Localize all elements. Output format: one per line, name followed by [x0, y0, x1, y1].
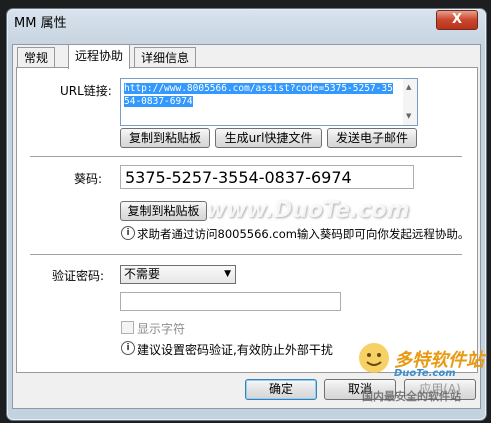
separator — [30, 156, 462, 158]
url-textarea[interactable]: http://www.8005566.com/assist?code=5375-… — [120, 78, 418, 126]
ok-button[interactable]: 确定 — [245, 379, 317, 400]
window-title: MM 属性 — [14, 16, 67, 31]
code-info-text: 求助者通过访问8005566.com输入葵码即可向你发起远程协助。 — [137, 227, 470, 241]
password-mode-value: 不需要 — [124, 267, 161, 281]
info-icon: i — [121, 226, 135, 240]
watermark-text: www.DuoTe.com — [206, 198, 410, 223]
code-label: 葵码: — [74, 172, 103, 186]
copy-code-button[interactable]: 复制到粘贴板 — [120, 201, 207, 221]
code-field[interactable]: 5375-5257-3554-0837-6974 — [120, 165, 414, 189]
separator — [30, 254, 462, 256]
info-icon: i — [121, 341, 135, 355]
show-chars-label: 显示字符 — [137, 322, 186, 336]
password-label: 验证密码: — [52, 269, 105, 283]
url-text: http://www.8005566.com/assist?code=5375-… — [124, 83, 393, 107]
scroll-up-icon[interactable]: ▲ — [406, 83, 411, 91]
password-field[interactable] — [120, 292, 341, 311]
logo-mascot-icon — [359, 343, 389, 373]
password-info-text: 建议设置密码验证,有效防止外部干扰 — [137, 343, 333, 357]
tab-general[interactable]: 常规 — [17, 47, 56, 68]
logo-caption: 国内最安全的软件站 — [362, 390, 461, 403]
copy-url-button[interactable]: 复制到粘贴板 — [120, 128, 210, 148]
password-mode-select[interactable]: 不需要 ▼ — [120, 265, 236, 284]
create-shortcut-button[interactable]: 生成url快捷文件 — [215, 128, 322, 148]
tab-remote-assist[interactable]: 远程协助 — [68, 44, 131, 69]
chevron-down-icon: ▼ — [224, 269, 231, 279]
duote-logo: 多特软件站 DuoTe.com 国内最安全的软件站 — [356, 338, 488, 418]
show-chars-checkbox[interactable] — [121, 321, 134, 334]
url-label: URL链接: — [60, 84, 112, 98]
tab-details[interactable]: 详细信息 — [134, 47, 197, 68]
close-button[interactable]: X — [436, 10, 478, 30]
url-scrollbar[interactable]: ▲ ▼ — [403, 79, 417, 125]
scroll-down-icon[interactable]: ▼ — [406, 112, 411, 120]
send-email-button[interactable]: 发送电子邮件 — [327, 128, 417, 148]
logo-url: DuoTe.com — [394, 368, 456, 379]
